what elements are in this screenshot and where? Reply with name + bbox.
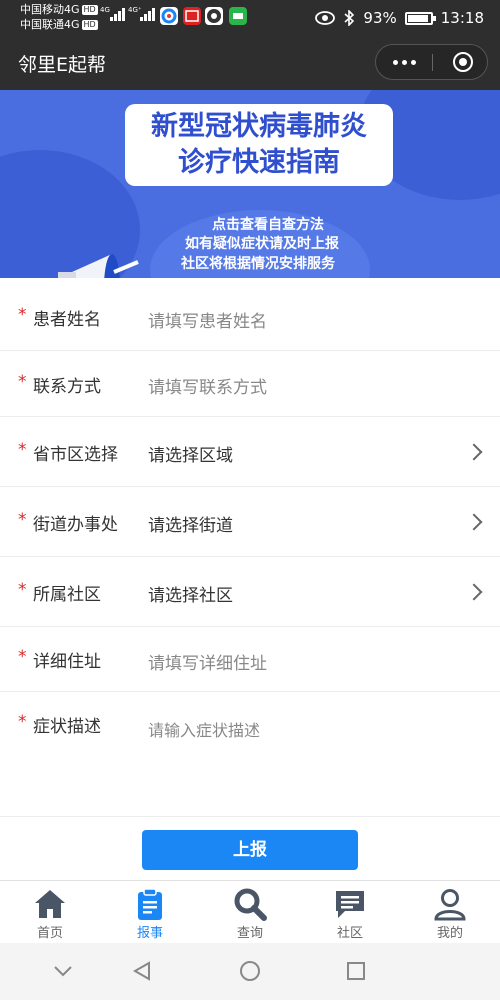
battery-percent: 93%	[363, 9, 397, 27]
required-mark: *	[18, 305, 27, 325]
tab-mine[interactable]: 我的	[400, 881, 500, 943]
community-select-row[interactable]: * 所属社区 请选择社区	[0, 557, 500, 627]
signal-icon	[140, 7, 155, 21]
recent-apps-icon[interactable]	[345, 960, 367, 982]
carrier-2: 中国联通4G HD	[20, 18, 98, 31]
region-select[interactable]: 请选择区域	[148, 441, 233, 466]
patient-name-label: 患者姓名	[33, 310, 101, 330]
clipboard-icon	[138, 888, 162, 920]
street-label: 街道办事处	[33, 515, 118, 535]
banner-title-box: 新型冠状病毒肺炎 诊疗快速指南	[125, 104, 393, 186]
chevron-right-icon	[465, 583, 483, 601]
news-app-icon	[183, 7, 201, 25]
report-submit-button[interactable]: 上报	[142, 830, 358, 870]
street-select-row[interactable]: * 街道办事处 请选择街道	[0, 487, 500, 557]
banner-title-line1: 新型冠状病毒肺炎	[151, 111, 367, 142]
address-row[interactable]: * 详细住址 请填写详细住址	[0, 627, 500, 692]
required-mark: *	[18, 647, 27, 667]
banner-text-2: 如有疑似症状请及时上报	[185, 236, 339, 252]
tab-home-label: 首页	[36, 926, 63, 941]
symptom-row[interactable]: * 症状描述 请输入症状描述	[0, 692, 500, 817]
tab-community[interactable]: 社区	[300, 881, 400, 943]
tab-community-label: 社区	[336, 926, 363, 941]
required-mark: *	[18, 440, 27, 460]
patient-name-input[interactable]: 请填写患者姓名	[148, 307, 267, 332]
clock: 13:18	[440, 9, 484, 27]
contact-label: 联系方式	[33, 377, 101, 397]
carrier-2-label: 中国联通4G	[20, 18, 80, 31]
hd-badge: HD	[81, 5, 98, 15]
banner-title-line2: 诊疗快速指南	[178, 147, 340, 178]
tab-home[interactable]: 首页	[0, 881, 100, 943]
symptom-label: 症状描述	[33, 717, 101, 737]
network-type-1: 4G	[100, 6, 110, 14]
signal-icon	[110, 7, 125, 21]
chat-icon	[336, 891, 364, 918]
patient-name-row[interactable]: * 患者姓名 请填写患者姓名	[0, 283, 500, 351]
address-label: 详细住址	[33, 652, 101, 672]
hide-keyboard-icon[interactable]	[52, 960, 74, 982]
tab-query-label: 查询	[236, 926, 263, 941]
carrier-1-label: 中国移动4G	[20, 3, 80, 16]
tab-report[interactable]: 报事	[100, 881, 200, 943]
carrier-1: 中国移动4G HD	[20, 3, 98, 16]
contact-input[interactable]: 请填写联系方式	[148, 373, 267, 398]
user-icon	[434, 889, 466, 921]
back-icon[interactable]	[131, 960, 153, 982]
hd-badge: HD	[81, 20, 98, 30]
mini-program-capsule	[375, 44, 488, 80]
guide-banner[interactable]: 新型冠状病毒肺炎 诊疗快速指南 点击查看自查方法 如有疑似症状请及时上报 社区将…	[0, 90, 500, 278]
street-select[interactable]: 请选择街道	[148, 511, 233, 536]
region-label: 省市区选择	[33, 445, 118, 465]
status-bar: 中国移动4G HD 中国联通4G HD 4G 4G⁺ 93% 13:18	[0, 0, 500, 36]
community-label: 所属社区	[33, 585, 101, 605]
battery-icon	[404, 11, 436, 25]
close-mini-program-button[interactable]	[453, 52, 473, 72]
bluetooth-icon	[344, 10, 355, 26]
eye-icon	[315, 11, 336, 25]
search-icon	[234, 888, 267, 921]
more-button[interactable]	[376, 45, 432, 79]
app-notification-icon	[160, 7, 178, 25]
tab-bar: 首页 报事 查询 社区 我的	[0, 880, 500, 943]
system-nav-bar	[0, 943, 500, 1000]
status-right: 93% 13:18	[315, 0, 484, 36]
address-input[interactable]: 请填写详细住址	[148, 649, 267, 674]
community-select[interactable]: 请选择社区	[148, 581, 233, 606]
tab-query[interactable]: 查询	[200, 881, 300, 943]
app-notification-icon-2	[205, 7, 223, 25]
required-mark: *	[18, 510, 27, 530]
banner-text-3: 社区将根据情况安排服务	[181, 256, 335, 272]
chevron-right-icon	[465, 443, 483, 461]
home-icon	[35, 890, 65, 918]
banner-text-1: 点击查看自查方法	[212, 217, 324, 233]
symptom-textarea[interactable]: 请输入症状描述	[148, 717, 260, 741]
required-mark: *	[18, 580, 27, 600]
chevron-right-icon	[465, 513, 483, 531]
wechat-pay-icon	[229, 7, 247, 25]
home-circle-icon[interactable]	[239, 960, 261, 982]
app-title: 邻里E起帮	[18, 54, 107, 76]
tab-report-label: 报事	[136, 926, 163, 941]
required-mark: *	[18, 712, 27, 732]
tab-mine-label: 我的	[436, 926, 463, 941]
required-mark: *	[18, 372, 27, 392]
region-select-row[interactable]: * 省市区选择 请选择区域	[0, 417, 500, 487]
app-bar: 邻里E起帮	[0, 36, 500, 90]
battery-fill	[407, 14, 428, 22]
capsule-divider	[432, 54, 433, 71]
contact-row[interactable]: * 联系方式 请填写联系方式	[0, 351, 500, 417]
